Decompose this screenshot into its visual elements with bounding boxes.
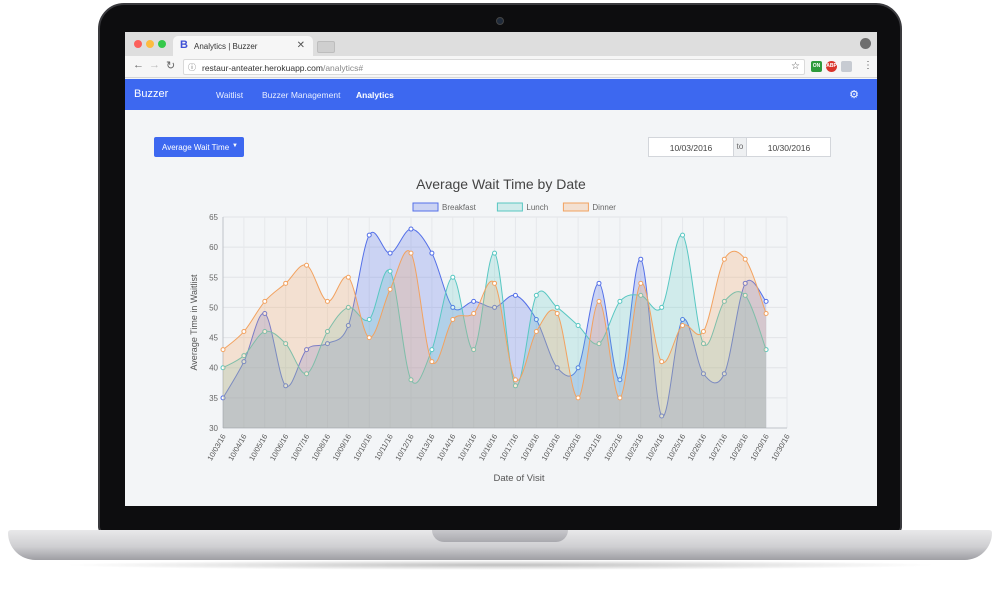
- data-point: [366, 232, 372, 238]
- x-tick-label: 10/06/16: [268, 433, 290, 463]
- data-point: [575, 395, 581, 401]
- x-tick-label: 10/21/16: [581, 433, 603, 463]
- data-point: [533, 329, 539, 335]
- camera-icon: [496, 17, 504, 25]
- x-tick-label: 10/15/16: [456, 433, 478, 463]
- x-tick-label: 10/23/16: [623, 433, 645, 463]
- data-point: [220, 347, 226, 353]
- legend-swatch: [562, 202, 589, 212]
- y-tick-label: 30: [209, 424, 218, 433]
- y-axis-label: Average Time in Waitlist: [189, 274, 199, 371]
- x-tick-label: 10/20/16: [560, 433, 582, 463]
- data-point: [450, 274, 456, 280]
- data-point: [429, 359, 435, 365]
- data-point: [512, 377, 518, 383]
- data-point: [638, 280, 644, 286]
- x-tick-label: 10/09/16: [331, 433, 353, 463]
- data-point: [492, 280, 498, 286]
- x-axis-label: Date of Visit: [493, 473, 544, 484]
- x-tick-label: 10/22/16: [602, 433, 624, 463]
- data-point: [617, 395, 623, 401]
- data-point: [638, 256, 644, 262]
- x-tick-label: 10/14/16: [435, 433, 457, 463]
- data-point: [742, 256, 748, 262]
- data-point: [450, 316, 456, 322]
- wait-time-chart: 30 35 40 45 50 55 60 65 10/03/1610/04/1610/05/16…: [189, 202, 792, 484]
- data-point: [387, 286, 393, 292]
- data-point: [596, 298, 602, 304]
- data-point: [283, 280, 289, 286]
- data-point: [387, 268, 393, 274]
- data-point: [429, 250, 435, 256]
- screen: B Analytics | Buzzer ✕ ← → ↻ ⓘ restaur-a…: [125, 32, 877, 506]
- x-tick-label: 10/29/16: [748, 433, 770, 463]
- y-tick-label: 55: [209, 273, 218, 282]
- y-tick-label: 35: [209, 394, 218, 403]
- data-point: [680, 232, 686, 238]
- legend-label: Dinner: [592, 203, 616, 212]
- data-point: [492, 250, 498, 256]
- y-tick-label: 60: [209, 243, 218, 252]
- x-tick-label: 10/07/16: [289, 433, 311, 463]
- data-point: [659, 304, 665, 310]
- data-point: [262, 298, 268, 304]
- x-tick-label: 10/18/16: [519, 433, 541, 463]
- data-point: [721, 256, 727, 262]
- data-point: [700, 329, 706, 335]
- data-point: [575, 323, 581, 329]
- x-tick-label: 10/25/16: [665, 433, 687, 463]
- legend-swatch: [496, 202, 523, 212]
- laptop-notch: [432, 530, 568, 542]
- data-point: [408, 250, 414, 256]
- x-tick-label: 10/05/16: [247, 433, 269, 463]
- x-tick-label: 10/03/16: [205, 433, 227, 463]
- legend-swatch: [412, 202, 439, 212]
- x-tick-label: 10/30/16: [769, 433, 791, 463]
- data-point: [241, 329, 247, 335]
- laptop-shadow: [60, 560, 940, 570]
- x-tick-label: 10/27/16: [707, 433, 729, 463]
- x-tick-label: 10/11/16: [373, 433, 395, 462]
- y-tick-label: 50: [209, 303, 218, 312]
- data-point: [554, 304, 560, 310]
- data-point: [429, 347, 435, 353]
- data-point: [763, 298, 769, 304]
- x-tick-label: 10/04/16: [226, 433, 248, 463]
- x-tick-label: 10/19/16: [540, 433, 562, 463]
- data-point: [680, 323, 686, 329]
- data-point: [659, 359, 665, 365]
- legend-label: Lunch: [526, 203, 548, 212]
- x-tick-label: 10/12/16: [393, 433, 415, 463]
- x-tick-label: 10/26/16: [686, 433, 708, 463]
- data-point: [763, 310, 769, 316]
- data-point: [596, 280, 602, 286]
- y-tick-label: 65: [209, 213, 218, 222]
- data-point: [387, 250, 393, 256]
- data-point: [324, 298, 330, 304]
- y-tick-label: 40: [209, 364, 218, 373]
- x-tick-label: 10/08/16: [310, 433, 332, 463]
- data-point: [533, 292, 539, 298]
- x-tick-label: 10/24/16: [644, 433, 666, 463]
- data-point: [366, 335, 372, 341]
- data-point: [617, 298, 623, 304]
- data-point: [304, 262, 310, 268]
- x-tick-label: 10/13/16: [414, 433, 436, 463]
- data-point: [345, 274, 351, 280]
- legend-label: Breakfast: [442, 203, 477, 212]
- data-point: [512, 292, 518, 298]
- data-point: [554, 310, 560, 316]
- x-tick-label: 10/17/16: [498, 433, 520, 463]
- data-point: [408, 226, 414, 232]
- data-point: [471, 310, 477, 316]
- laptop-mockup: B Analytics | Buzzer ✕ ← → ↻ ⓘ restaur-a…: [0, 0, 1000, 604]
- x-tick-label: 10/10/16: [352, 433, 374, 463]
- x-tick-label: 10/16/16: [477, 433, 499, 463]
- y-tick-label: 45: [209, 334, 218, 343]
- x-tick-label: 10/28/16: [728, 433, 750, 463]
- data-point: [471, 298, 477, 304]
- data-point: [366, 316, 372, 322]
